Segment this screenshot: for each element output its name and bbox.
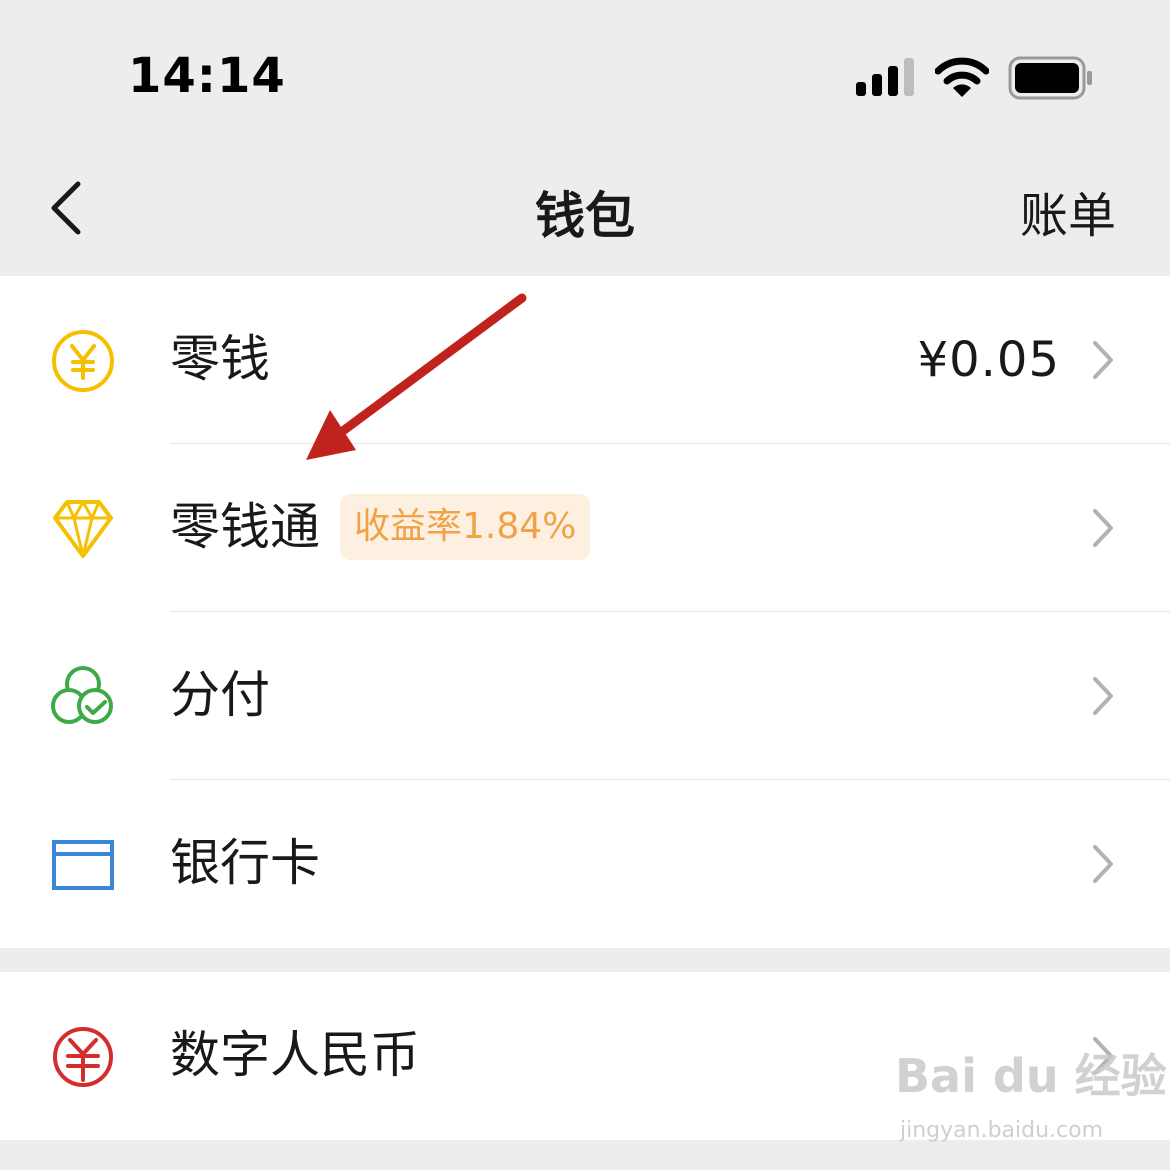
wallet-item-label: 零钱通: [170, 498, 320, 556]
yuan-coin-icon: [52, 330, 114, 392]
annotation-arrow-icon: [306, 293, 527, 460]
wallet-item-label: 分付: [170, 666, 270, 724]
diamond-icon: [53, 500, 113, 558]
watermark-url: jingyan.baidu.com: [900, 1118, 1104, 1143]
cellular-signal-icon: [856, 58, 914, 96]
clover-check-icon: [51, 666, 113, 724]
chevron-right-icon: [1093, 509, 1113, 547]
page-title: 钱包: [535, 187, 635, 245]
wallet-list: 零钱 ¥0.05 零钱通 收益率1.84% 分付 银行卡: [0, 276, 1170, 948]
bank-card-icon: [52, 840, 114, 890]
wallet-item-change[interactable]: 零钱 ¥0.05: [0, 276, 1170, 444]
battery-icon: [1008, 56, 1092, 100]
wallet-item-lingqiantong[interactable]: 零钱通 收益率1.84%: [0, 444, 1170, 612]
balance-value: ¥0.05: [917, 332, 1060, 388]
chevron-right-icon: [1093, 341, 1113, 379]
chevron-right-icon: [1093, 845, 1113, 883]
wallet-item-label: 银行卡: [170, 834, 320, 892]
status-time: 14:14: [128, 48, 286, 104]
wifi-icon: [935, 57, 989, 97]
wallet-item-fenfu[interactable]: 分付: [0, 612, 1170, 780]
wallet-item-label: 数字人民币: [170, 1026, 420, 1084]
wallet-item-label: 零钱: [170, 330, 270, 388]
yield-badge: 收益率1.84%: [340, 494, 591, 560]
chevron-right-icon: [1093, 677, 1113, 715]
digital-rmb-icon: [53, 1027, 113, 1087]
bill-button[interactable]: 账单: [1020, 176, 1116, 246]
wallet-item-bank-card[interactable]: 银行卡: [0, 780, 1170, 948]
watermark-logo: Bai du 经验: [895, 1049, 1167, 1103]
